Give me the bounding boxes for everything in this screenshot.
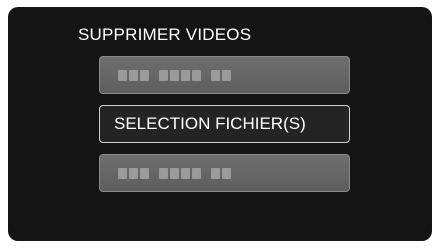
- option-3-disabled-button[interactable]: [99, 154, 350, 192]
- camera-screen: SUPPRIMER VIDEOS SELECTION FICHIER(S): [8, 7, 432, 241]
- select-files-button[interactable]: SELECTION FICHIER(S): [99, 105, 350, 143]
- option-3-obscured-label: [118, 168, 231, 179]
- menu-title: SUPPRIMER VIDEOS: [78, 25, 252, 44]
- option-1-disabled-button[interactable]: [99, 56, 350, 94]
- option-1-obscured-label: [118, 70, 231, 81]
- select-files-label: SELECTION FICHIER(S): [114, 114, 306, 133]
